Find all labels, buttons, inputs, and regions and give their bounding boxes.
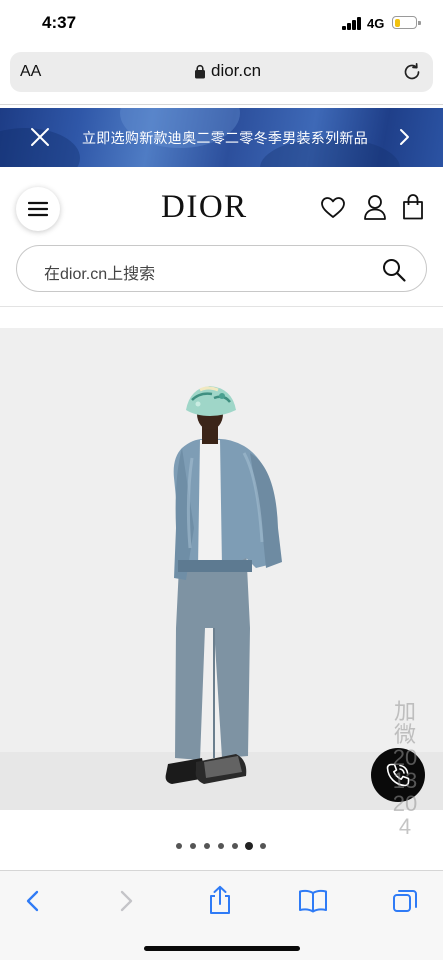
tabs-icon[interactable] bbox=[392, 888, 418, 914]
dior-logo[interactable]: DIOR bbox=[161, 189, 248, 226]
account-icon[interactable] bbox=[363, 194, 387, 220]
address-bar[interactable]: AA dior.cn bbox=[10, 52, 433, 92]
lock-icon bbox=[195, 64, 205, 79]
heart-icon[interactable] bbox=[320, 196, 346, 220]
text-size-label: AA bbox=[20, 63, 42, 80]
product-image[interactable] bbox=[0, 328, 443, 810]
share-icon[interactable] bbox=[207, 885, 233, 915]
promo-text[interactable]: 立即选购新款迪奥二零二零冬季男装系列新品 bbox=[82, 128, 368, 148]
carousel-dot[interactable] bbox=[260, 843, 266, 849]
forward-icon[interactable] bbox=[115, 888, 137, 914]
search-input[interactable]: 在dior.cn上搜索 bbox=[16, 245, 427, 292]
divider bbox=[0, 306, 443, 307]
status-time: 4:37 bbox=[42, 13, 77, 32]
carousel-dot-active[interactable] bbox=[245, 842, 253, 850]
url-text[interactable]: dior.cn bbox=[211, 61, 261, 81]
carousel-dot[interactable] bbox=[204, 843, 210, 849]
reload-icon[interactable] bbox=[401, 61, 423, 83]
bag-icon[interactable] bbox=[402, 194, 424, 220]
network-type: 4G bbox=[367, 16, 385, 31]
bookmarks-icon[interactable] bbox=[298, 888, 328, 914]
divider bbox=[0, 104, 443, 105]
text-size-button[interactable]: AA bbox=[20, 63, 41, 81]
browser-toolbar bbox=[0, 870, 443, 960]
back-icon[interactable] bbox=[22, 888, 44, 914]
close-icon[interactable] bbox=[28, 125, 52, 149]
signal-icon bbox=[342, 17, 362, 30]
carousel-dot[interactable] bbox=[190, 843, 196, 849]
search-icon[interactable] bbox=[381, 257, 407, 283]
battery-icon bbox=[392, 16, 421, 29]
watermark-text: 加微2013204 bbox=[392, 699, 418, 839]
menu-button[interactable] bbox=[16, 187, 60, 231]
site-header: DIOR bbox=[0, 167, 443, 252]
carousel-dot[interactable] bbox=[218, 843, 224, 849]
carousel-dot[interactable] bbox=[176, 843, 182, 849]
carousel-dot[interactable] bbox=[232, 843, 238, 849]
menu-icon bbox=[28, 201, 48, 217]
home-indicator[interactable] bbox=[144, 946, 300, 951]
chevron-right-icon[interactable] bbox=[393, 126, 415, 148]
search-placeholder: 在dior.cn上搜索 bbox=[44, 266, 156, 283]
promo-banner[interactable]: 立即选购新款迪奥二零二零冬季男装系列新品 bbox=[0, 108, 443, 167]
status-bar: 4:37 4G bbox=[0, 0, 443, 48]
product-model-image bbox=[165, 386, 282, 784]
